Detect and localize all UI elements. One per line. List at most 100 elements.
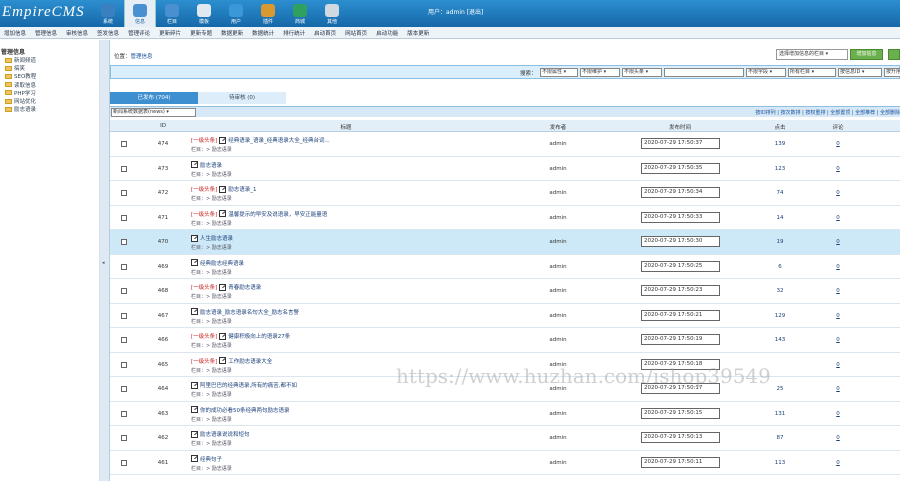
row-title-link[interactable]: 经典语录_语录_经典语录大全_经典台词...	[228, 136, 330, 144]
row-comments-link[interactable]: 0	[836, 435, 840, 441]
edit-icon[interactable]	[219, 283, 227, 291]
row-checkbox[interactable]	[121, 214, 127, 221]
filter-headline[interactable]: 不限头条 ▾	[622, 68, 662, 77]
menu-item[interactable]: 增加信息	[4, 29, 26, 37]
row-title-link[interactable]: 励志语录_1	[228, 185, 256, 193]
top-nav-item[interactable]: 栏目	[156, 0, 188, 27]
menu-item[interactable]: 数据更新	[221, 29, 243, 37]
row-checkbox[interactable]	[121, 288, 127, 294]
edit-icon[interactable]	[191, 259, 198, 266]
row-checkbox[interactable]	[121, 435, 127, 441]
row-comments-link[interactable]: 0	[836, 190, 840, 196]
row-comments-link[interactable]: 0	[836, 411, 840, 417]
row-time-input[interactable]: 2020-07-29 17:50:37	[641, 138, 720, 149]
menu-item[interactable]: 更新专题	[190, 29, 212, 37]
row-checkbox[interactable]	[121, 239, 127, 245]
menu-item[interactable]: 审核信息	[66, 29, 88, 37]
col-id[interactable]: ID	[160, 123, 166, 129]
row-title-link[interactable]: 工作励志语录大全	[228, 357, 272, 365]
row-comments-link[interactable]: 0	[836, 362, 840, 368]
menu-item[interactable]: 启动功能	[376, 29, 398, 37]
table-row[interactable]: 468 [一级头条] 青春励志语录 栏目：> 励志语录 admin 2020-07-29 …	[110, 279, 900, 304]
row-time-input[interactable]: 2020-07-29 17:50:35	[641, 162, 720, 174]
row-comments-link[interactable]: 0	[836, 239, 840, 245]
row-checkbox[interactable]	[121, 410, 127, 417]
table-row[interactable]: 464 阿里巴巴的经典语录,所有的痛苦,都不如 栏目：> 励志语录 admin 2020…	[110, 377, 900, 402]
table-row[interactable]: 474 [一级头条] 经典语录_语录_经典语录大全_经典台词... 栏目：> 励志语录…	[110, 132, 900, 157]
menu-item[interactable]: 管理评论	[128, 29, 150, 37]
sort-field[interactable]: 按信息ID ▾	[838, 68, 882, 77]
row-time-input[interactable]: 2020-07-29 17:50:19	[641, 334, 720, 345]
menu-item[interactable]: 启动首页	[314, 29, 336, 37]
row-time-input[interactable]: 2020-07-29 17:50:18	[641, 358, 720, 370]
table-row[interactable]: 463 你的成功必看50条经典两句励志语录 栏目：> 励志语录 admin 2020-0…	[110, 402, 900, 426]
menu-item[interactable]: 更新碎片	[159, 29, 181, 37]
add-info-button[interactable]: 增加信息	[850, 49, 883, 60]
row-checkbox[interactable]	[121, 386, 127, 392]
tree-item[interactable]: PHP学习	[5, 89, 36, 97]
tree-root[interactable]: 管理信息	[1, 47, 25, 56]
tree-item[interactable]: 新闻频道	[5, 56, 36, 64]
filter-attr[interactable]: 不限属性 ▾	[540, 68, 578, 77]
edit-icon[interactable]	[191, 234, 198, 242]
table-row[interactable]: 470 人生励志语录 栏目：> 励志语录 admin 2020-07-29 17:50:…	[110, 230, 900, 255]
top-nav-item[interactable]: 商城	[284, 0, 316, 27]
edit-icon[interactable]	[191, 455, 198, 462]
row-checkbox[interactable]	[121, 263, 127, 270]
row-time-input[interactable]: 2020-07-29 17:50:21	[641, 309, 720, 321]
edit-icon[interactable]	[191, 430, 198, 438]
user-info[interactable]: 用户：admin [退出]	[428, 7, 483, 16]
row-checkbox[interactable]	[121, 337, 127, 343]
row-checkbox[interactable]	[121, 190, 127, 196]
top-nav-item[interactable]: 模板	[188, 0, 220, 27]
row-comments-link[interactable]: 0	[836, 337, 840, 343]
row-time-input[interactable]: 2020-07-29 17:50:34	[641, 187, 720, 198]
tree-item[interactable]: SEO教程	[5, 72, 36, 80]
filter-column[interactable]: 所有栏目 ▾	[788, 68, 836, 77]
menu-item[interactable]: 版本更新	[407, 29, 429, 37]
table-row[interactable]: 467 励志语录_励志语录名句大全_励志名言警 栏目：> 励志语录 admin 2020…	[110, 304, 900, 328]
table-row[interactable]: 472 [一级头条] 励志语录_1 栏目：> 励志语录 admin 2020-07-29 …	[110, 181, 900, 206]
row-comments-link[interactable]: 0	[836, 166, 840, 172]
row-checkbox[interactable]	[121, 141, 127, 147]
table-row[interactable]: 469 经典励志经典语录 栏目：> 励志语录 admin 2020-07-29 17:5…	[110, 255, 900, 279]
tree-item[interactable]: 读取信息	[5, 81, 36, 89]
breadcrumb-link[interactable]: 管理信息	[131, 54, 153, 60]
filter-maintain[interactable]: 不限维护 ▾	[580, 68, 620, 77]
row-comments-link[interactable]: 0	[836, 288, 840, 294]
row-title-link[interactable]: 人生励志语录	[200, 234, 233, 242]
edit-icon[interactable]	[219, 210, 227, 217]
table-row[interactable]: 473 励志语录 栏目：> 励志语录 admin 2020-07-29 17:50:35…	[110, 157, 900, 181]
row-title-link[interactable]: 温馨提示的早安及说语录，早安正能量语	[228, 210, 327, 218]
model-select[interactable]: 新闻系统数据表(news) ▾	[111, 108, 196, 117]
edit-icon[interactable]	[219, 357, 227, 364]
row-title-link[interactable]: 经典句子	[200, 455, 222, 463]
table-row[interactable]: 465 [一级头条] 工作励志语录大全 栏目：> 励志语录 admin 2020-07-2…	[110, 353, 900, 377]
search-input[interactable]	[664, 68, 744, 77]
row-time-input[interactable]: 2020-07-29 17:50:33	[641, 211, 720, 223]
tab-pending[interactable]: 待审核 (0)	[198, 92, 286, 104]
top-nav-item[interactable]: 插件	[252, 0, 284, 27]
edit-icon[interactable]	[191, 381, 198, 389]
row-comments-link[interactable]: 0	[836, 386, 840, 392]
row-title-link[interactable]: 经典励志经典语录	[200, 259, 244, 267]
add-extra-button[interactable]	[888, 49, 900, 60]
tab-published[interactable]: 已发布 (704)	[110, 92, 198, 104]
row-time-input[interactable]: 2020-07-29 17:50:25	[641, 260, 720, 272]
edit-icon[interactable]	[219, 136, 227, 144]
row-title-link[interactable]: 阿里巴巴的经典语录,所有的痛苦,都不如	[200, 381, 297, 389]
row-checkbox[interactable]	[121, 312, 127, 319]
table-row[interactable]: 471 [一级头条] 温馨提示的早安及说语录，早安正能量语 栏目：> 励志语录 admi…	[110, 206, 900, 230]
menu-item[interactable]: 管理信息	[35, 29, 57, 37]
menu-item[interactable]: 排行统计	[283, 29, 305, 37]
edit-icon[interactable]	[191, 308, 198, 315]
row-comments-link[interactable]: 0	[836, 264, 840, 270]
row-title-link[interactable]: 你的成功必看50条经典两句励志语录	[200, 406, 290, 414]
tree-item[interactable]: 网站优化	[5, 97, 36, 105]
col-clicks[interactable]: 点击	[774, 123, 785, 131]
table-row[interactable]: 466 [一级头条] 健康积极向上的语录27条 栏目：> 励志语录 admin 2020-…	[110, 328, 900, 353]
row-checkbox[interactable]	[121, 361, 127, 368]
toolbar-links[interactable]: 按ID排列 | 按次数排 | 按权重排 | 全部置顶 | 全部推荐 | 全部删除	[755, 109, 900, 116]
row-time-input[interactable]: 2020-07-29 17:50:15	[641, 407, 720, 419]
row-comments-link[interactable]: 0	[836, 215, 840, 221]
